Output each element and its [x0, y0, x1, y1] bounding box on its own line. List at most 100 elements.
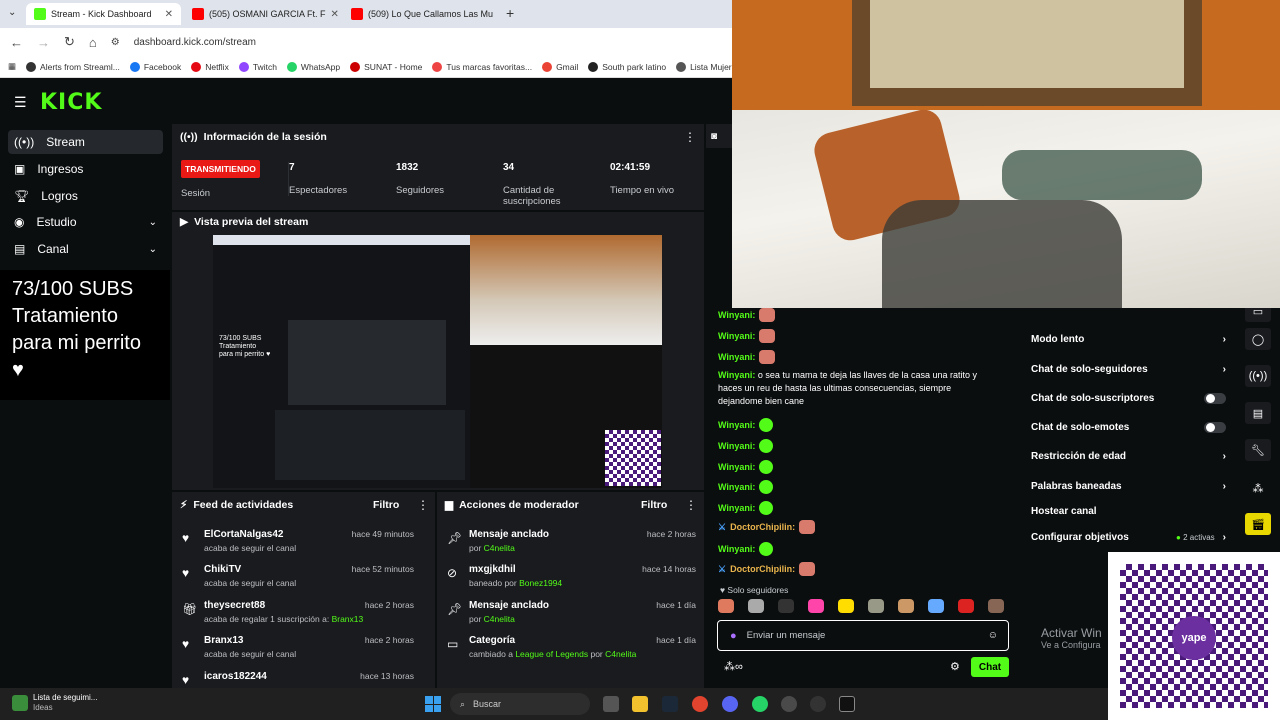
pin-icon: 📌︎	[447, 531, 463, 545]
more-options-icon[interactable]: ⋮	[417, 498, 429, 512]
taskbar-search[interactable]: ⌕ Buscar	[450, 693, 590, 715]
close-icon[interactable]: ✕	[331, 9, 339, 20]
emoji-icon[interactable]: ☺	[988, 630, 998, 641]
sidebar-item-stream[interactable]: ((•)) Stream	[8, 130, 163, 154]
subs-stat: 34 Cantidad de suscripciones	[503, 162, 561, 207]
setting-host-channel[interactable]: Hostear canal	[1031, 506, 1226, 517]
chat-message: Winyani:	[718, 308, 776, 322]
gear-icon[interactable]: ⚙	[950, 660, 960, 673]
obs-icon[interactable]	[810, 696, 826, 712]
sidebar-item-canal[interactable]: ▤ Canal ⌄	[8, 237, 163, 261]
tab-kick-dashboard[interactable]: Stream - Kick Dashboard ✕	[26, 3, 181, 25]
tab-list-chevron-icon[interactable]: ⌄	[8, 7, 16, 18]
send-chat-button[interactable]: Chat	[971, 657, 1009, 677]
apps-icon[interactable]: ⁂	[1245, 477, 1271, 499]
reload-icon[interactable]: ↻	[64, 34, 75, 50]
setting-slow-mode[interactable]: Modo lento ›	[1031, 334, 1226, 345]
emote[interactable]	[928, 599, 944, 613]
chat-message: Winyani:	[718, 480, 774, 494]
followers-only-notice: ♥ Solo seguidores	[720, 585, 789, 595]
sidebar-item-logros[interactable]: 🏆︎ Logros	[8, 184, 163, 208]
moderator-row: ▭ Categoría cambiado a League of Legends…	[447, 635, 696, 659]
site-info-icon[interactable]: ⚙	[111, 37, 120, 48]
broadcast-icon[interactable]: ((•))	[1245, 365, 1271, 387]
close-icon[interactable]: ✕	[165, 9, 173, 20]
chat-bubble-icon[interactable]: ◯	[1245, 328, 1271, 350]
stream-preview-video[interactable]: 73/100 SUBS Tratamiento para mi perrito …	[213, 235, 662, 488]
bookmark-item[interactable]: Facebook	[129, 61, 181, 72]
emote[interactable]	[958, 599, 974, 613]
bookmark-item[interactable]: Alerts from Streaml...	[26, 61, 120, 72]
chat-message: Winyani:	[718, 460, 774, 474]
chevron-right-icon: ›	[1222, 334, 1226, 345]
chat-message: ⚔ DoctorChipilin:	[718, 562, 816, 576]
bookmark-item[interactable]: Lista Mujer	[676, 61, 732, 72]
kick-header: ☰ KICK	[0, 78, 732, 124]
tab-youtube-1[interactable]: (505) OSMANI GARCIA Ft. F ✕	[184, 3, 339, 25]
bookmark-item[interactable]: Twitch	[238, 61, 277, 72]
bookmark-item[interactable]: Tus marcas favoritas...	[432, 61, 532, 72]
emote[interactable]	[988, 599, 1004, 613]
file-explorer-icon[interactable]	[632, 696, 648, 712]
app-icon[interactable]	[781, 696, 797, 712]
apps-icon[interactable]: ▦	[8, 61, 16, 72]
hamburger-menu-icon[interactable]: ☰	[14, 94, 27, 111]
setting-followers-only[interactable]: Chat de solo-seguidores ›	[1031, 364, 1226, 375]
more-options-icon[interactable]: ⋮	[685, 498, 697, 512]
task-view-icon[interactable]	[603, 696, 619, 712]
moderator-filter-button[interactable]: Filtro	[641, 499, 667, 511]
bookmark-item[interactable]: SUNAT - Home	[350, 61, 422, 72]
activity-filter-button[interactable]: Filtro	[373, 499, 399, 511]
taskbar-notification[interactable]: Lista de seguimi... Ideas	[33, 693, 97, 713]
wrench-icon[interactable]: 🔧︎	[1245, 439, 1271, 461]
tab-label: (505) OSMANI GARCIA Ft. F	[209, 9, 326, 19]
emote[interactable]	[748, 599, 764, 613]
bookmark-item[interactable]: South park latino	[588, 61, 666, 72]
moderator-badge-icon: ⚔	[718, 563, 727, 574]
sidebar-item-estudio[interactable]: ◉ Estudio ⌄	[8, 210, 163, 234]
emotes-only-toggle[interactable]	[1204, 422, 1226, 433]
emote[interactable]	[868, 599, 884, 613]
subs-only-toggle[interactable]	[1204, 393, 1226, 404]
emote[interactable]	[898, 599, 914, 613]
chrome-icon[interactable]	[692, 696, 708, 712]
capcut-icon[interactable]	[839, 696, 855, 712]
setting-goals[interactable]: Configurar objetivos ● 2 activas ›	[1031, 532, 1226, 543]
server-icon[interactable]: ▤	[1245, 402, 1271, 424]
forward-icon[interactable]: →	[37, 35, 50, 50]
activate-windows-watermark: Activar Win Ve a Configura	[1041, 626, 1102, 650]
sidebar-item-ingresos[interactable]: ▣ Ingresos	[8, 157, 163, 181]
home-icon[interactable]: ⌂	[89, 35, 97, 50]
setting-banned-words[interactable]: Palabras baneadas ›	[1031, 481, 1226, 492]
whatsapp-icon[interactable]	[752, 696, 768, 712]
bookmark-item[interactable]: WhatsApp	[286, 61, 340, 72]
heart-icon: ♥	[182, 673, 190, 687]
kick-logo[interactable]: KICK	[40, 90, 102, 115]
tab-youtube-2[interactable]: (509) Lo Que Callamos Las Mu ✕	[343, 3, 498, 25]
back-icon[interactable]: ←	[10, 35, 23, 50]
steam-icon[interactable]	[662, 696, 678, 712]
emote	[759, 350, 776, 364]
video-icon: ▶	[180, 216, 189, 228]
bookmark-item[interactable]: Netflix	[191, 61, 229, 72]
emote[interactable]	[778, 599, 794, 613]
more-options-icon[interactable]: ⋮	[684, 130, 696, 144]
bookmark-item[interactable]: Gmail	[542, 61, 578, 72]
emote[interactable]	[718, 599, 734, 613]
sidebar: ((•)) Stream ▣ Ingresos 🏆︎ Logros ◉ Estudio …	[0, 124, 170, 270]
discord-icon[interactable]	[722, 696, 738, 712]
chat-input[interactable]: ● Enviar un mensaje ☺	[717, 620, 1009, 651]
windows-start-icon[interactable]	[425, 696, 441, 712]
mic-icon[interactable]: ●	[730, 630, 737, 642]
clapper-icon[interactable]: 🎬︎	[1245, 513, 1271, 535]
notification-app-icon[interactable]	[12, 695, 28, 711]
emote[interactable]	[808, 599, 824, 613]
sidebar-empty	[0, 400, 170, 688]
emote	[759, 308, 776, 322]
emote[interactable]	[838, 599, 854, 613]
emote	[759, 329, 776, 343]
new-tab-button[interactable]: +	[506, 5, 514, 21]
setting-age-restriction[interactable]: Restricción de edad ›	[1031, 451, 1226, 462]
chat-settings-icons[interactable]: ⁂∞	[724, 660, 743, 673]
url-field[interactable]: dashboard.kick.com/stream	[134, 37, 256, 48]
